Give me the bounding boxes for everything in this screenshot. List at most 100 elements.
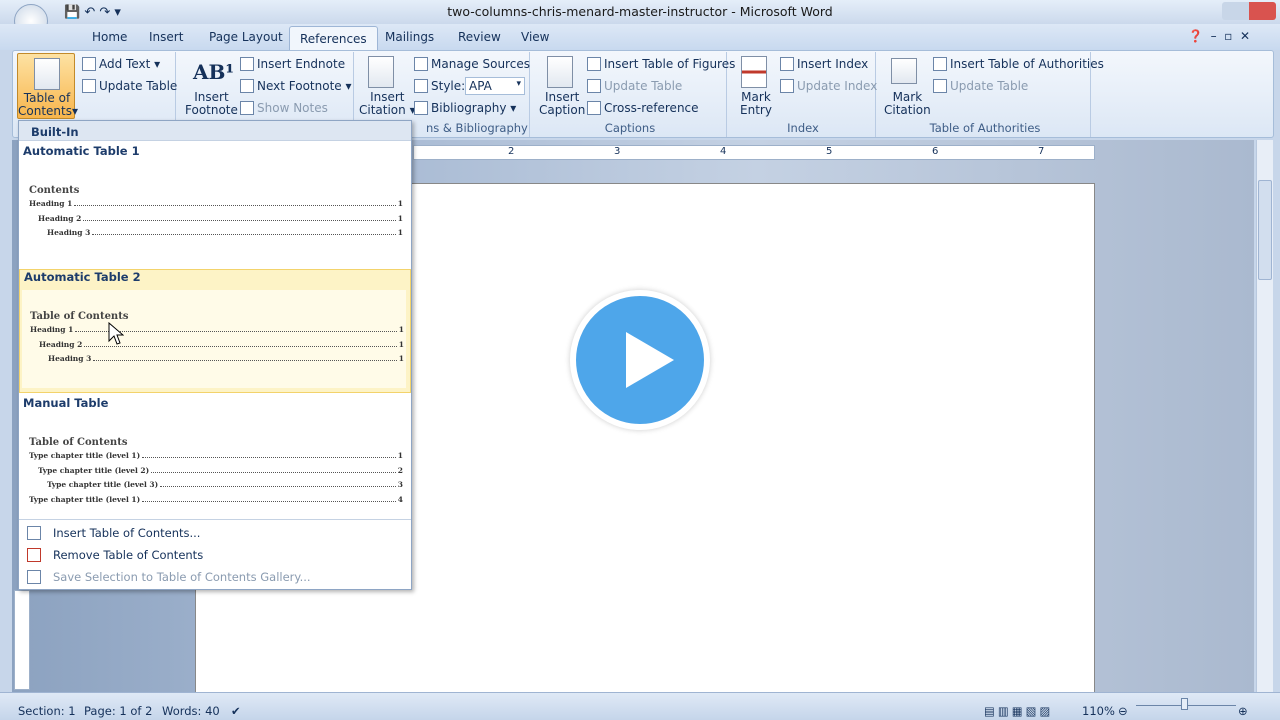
style-label: Style: [414, 79, 465, 93]
zoom-level[interactable]: 110% [1082, 704, 1115, 718]
mark-entry-button[interactable]: Mark Entry [740, 91, 772, 117]
update-table-icon [82, 79, 96, 93]
ruler-tick: 6 [932, 146, 939, 157]
update-icon [587, 79, 601, 93]
divider [19, 519, 411, 520]
cross-reference-button[interactable]: Cross-reference [587, 101, 699, 115]
ruler-tick: 2 [508, 146, 515, 157]
play-icon [626, 332, 674, 388]
window-controls[interactable] [1222, 2, 1276, 20]
tab-page-layout[interactable]: Page Layout [209, 30, 283, 44]
ruler-tick: 3 [614, 146, 621, 157]
toc-preview-title: Table of Contents [30, 311, 129, 322]
insert-toc-menu-item[interactable]: Insert Table of Contents... [19, 522, 411, 544]
bibliography-icon [414, 101, 428, 115]
vertical-scrollbar[interactable] [1256, 140, 1273, 692]
insert-citation-button[interactable]: Insert Citation ▾ [359, 91, 416, 117]
endnote-icon [240, 57, 254, 71]
play-button[interactable] [570, 290, 710, 430]
toc-preview-row: Heading 31 [47, 228, 403, 237]
manage-sources-icon [414, 57, 428, 71]
mark-entry-icon [741, 56, 767, 88]
horizontal-ruler[interactable]: 2 3 4 5 6 7 [413, 145, 1095, 160]
mouse-cursor-icon [108, 322, 124, 345]
tab-references[interactable]: References [289, 26, 378, 52]
insert-toa-button[interactable]: Insert Table of Authorities [933, 57, 1104, 71]
vertical-ruler [14, 590, 30, 690]
manage-sources-button[interactable]: Manage Sources [414, 57, 530, 71]
ruler-tick: 7 [1038, 146, 1045, 157]
help-icon[interactable]: ❓ – ▫ ✕ [1188, 29, 1250, 43]
gallery-item-automatic-table-2[interactable]: Automatic Table 2 Table of Contents Head… [19, 269, 411, 393]
ribbon-tabs [0, 24, 1280, 50]
save-selection-menu-item[interactable]: Save Selection to Table of Contents Gall… [19, 566, 411, 588]
mark-citation-button[interactable]: Mark Citation [884, 91, 931, 117]
tab-view[interactable]: View [521, 30, 549, 44]
save-selection-icon [27, 570, 41, 584]
update-figures-table-button[interactable]: Update Table [587, 79, 682, 93]
table-of-contents-button[interactable]: Table of Contents▾ [17, 53, 78, 119]
window-title: two-columns-chris-menard-master-instruct… [447, 4, 833, 19]
index-group-label: Index [787, 121, 819, 135]
insert-index-icon [780, 57, 794, 71]
tab-insert[interactable]: Insert [149, 30, 183, 44]
next-footnote-icon [240, 79, 254, 93]
insert-citation-icon [368, 56, 394, 88]
captions-group-label: Captions [604, 121, 656, 135]
remove-toc-menu-item[interactable]: Remove Table of Contents [19, 544, 411, 566]
insert-caption-button[interactable]: Insert Caption [539, 91, 585, 117]
proofing-icon[interactable]: ✔ [231, 704, 241, 718]
bibliography-button[interactable]: Bibliography ▾ [414, 101, 516, 115]
zoom-slider-thumb[interactable] [1181, 698, 1188, 710]
toc-preview-title: Table of Contents [29, 437, 128, 448]
word-count[interactable]: Words: 40 [162, 704, 220, 718]
mark-citation-icon [891, 58, 917, 84]
zoom-in-button[interactable]: ⊕ [1238, 704, 1248, 718]
style-select[interactable]: APA ▾ [465, 77, 525, 95]
page-indicator[interactable]: Page: 1 of 2 [84, 704, 152, 718]
update-toa-button[interactable]: Update Table [933, 79, 1028, 93]
insert-index-button[interactable]: Insert Index [780, 57, 868, 71]
add-text-icon [82, 57, 96, 71]
gallery-item-title: Manual Table [23, 396, 109, 410]
toc-preview-row: Type chapter title (level 3) 3 [47, 480, 403, 489]
toc-label2: Contents [18, 104, 72, 118]
tab-mailings[interactable]: Mailings [385, 30, 434, 44]
zoom-out-button[interactable]: ⊖ [1118, 704, 1128, 718]
toc-preview-row: Type chapter title (level 1) 1 [29, 451, 403, 460]
gallery-item-title: Automatic Table 1 [23, 144, 140, 158]
toa-group-label: Table of Authorities [929, 121, 1041, 135]
update-index-icon [780, 79, 794, 93]
built-in-header: Built-In [19, 121, 411, 141]
toc-preview-row: Heading 21 [39, 339, 404, 349]
add-text-button[interactable]: Add Text ▾ [82, 57, 160, 71]
insert-footnote-button[interactable]: Insert Footnote [185, 91, 238, 117]
insert-table-of-figures-button[interactable]: Insert Table of Figures [587, 57, 735, 71]
scroll-thumb[interactable] [1258, 180, 1272, 280]
table-of-figures-icon [587, 57, 601, 71]
gallery-item-manual-table[interactable]: Manual Table Table of Contents Type chap… [19, 395, 411, 519]
insert-endnote-button[interactable]: Insert Endnote [240, 57, 345, 71]
toc-preview-row: Heading 31 [48, 354, 404, 363]
footnote-icon: AB¹ [193, 60, 235, 84]
tab-review[interactable]: Review [458, 30, 501, 44]
next-footnote-button[interactable]: Next Footnote ▾ [240, 79, 352, 93]
ruler-tick: 4 [720, 146, 727, 157]
insert-caption-icon [547, 56, 573, 88]
toc-label: Table of [23, 91, 71, 105]
citations-group-label: ns & Bibliography [426, 121, 528, 135]
update-index-button[interactable]: Update Index [780, 79, 877, 93]
gallery-item-automatic-table-1[interactable]: Automatic Table 1 Contents Heading 1 1 Hea… [19, 143, 411, 267]
insert-toa-icon [933, 57, 947, 71]
toc-preview-row: Heading 11 [29, 199, 403, 208]
view-buttons[interactable]: ▤▥▦▧▨ [984, 704, 1053, 718]
style-icon [414, 79, 428, 93]
section-indicator[interactable]: Section: 1 [18, 704, 76, 718]
toc-preview-row: Type chapter title (level 2) 2 [38, 465, 403, 475]
toc-preview-row: Type chapter title (level 1) 4 [29, 494, 403, 504]
toc-icon [34, 58, 60, 90]
update-table-button[interactable]: Update Table [82, 79, 177, 93]
ruler-tick: 5 [826, 146, 833, 157]
show-notes-button[interactable]: Show Notes [240, 101, 328, 115]
tab-home[interactable]: Home [92, 30, 127, 44]
